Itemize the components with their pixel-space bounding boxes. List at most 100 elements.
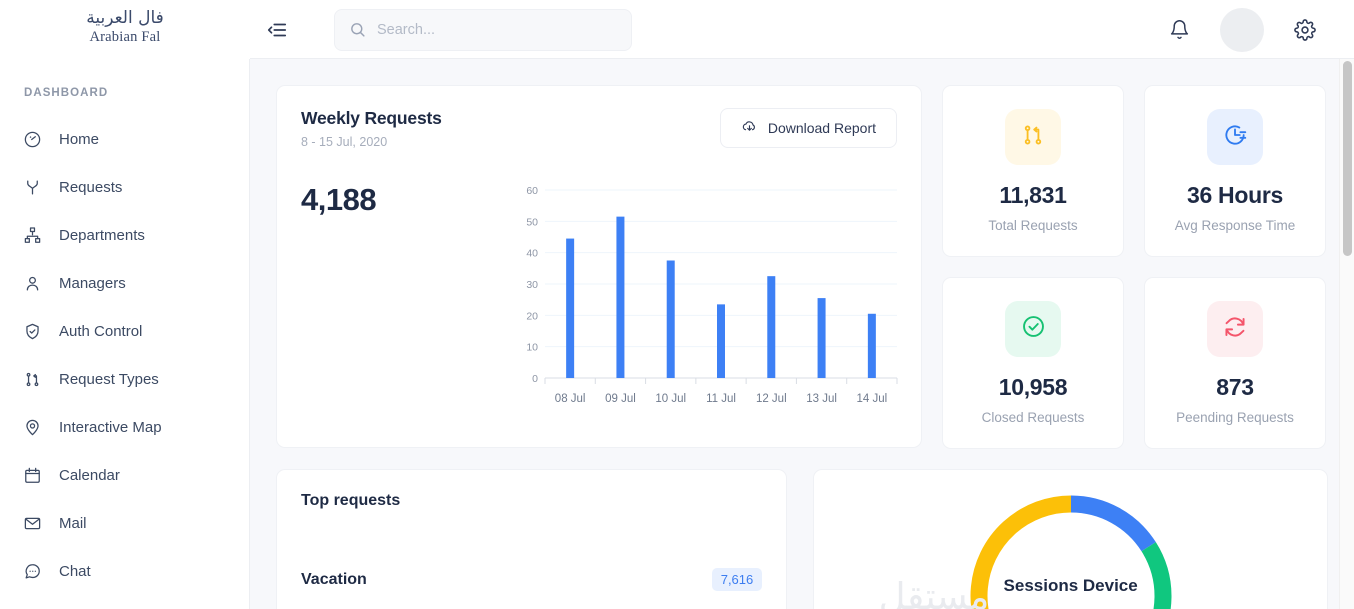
bar-chart-svg: 0 10 20 30 40 50 60 08 Jul 09 Jul 10 Jul 11 Jul 12 …: [526, 185, 898, 405]
stat-card-closed-requests[interactable]: 10,958 Closed Requests: [942, 277, 1124, 449]
sidebar-item-mail[interactable]: Mail: [0, 504, 249, 542]
weekly-card-titles: Weekly Requests 8 - 15 Jul, 2020: [301, 108, 442, 149]
sidebar-item-label: Home: [59, 130, 100, 148]
map-pin-icon: [22, 417, 42, 437]
git-pull-request-icon: [1020, 122, 1046, 153]
sidebar-item-label: Calendar: [59, 466, 120, 484]
page-scrollbar[interactable]: [1339, 59, 1354, 609]
stat-value: 36 Hours: [1186, 182, 1284, 208]
git-pull-request-icon: [22, 369, 42, 389]
check-circle-icon: [1020, 313, 1047, 345]
sidebar-item-label: Requests: [59, 178, 123, 196]
dashboard-page: فال العربية Arabian Fal Search... DASHBO…: [0, 0, 1354, 609]
svg-text:09 Jul: 09 Jul: [605, 393, 636, 405]
bottom-row: Top requests Vacation 7,616 Sessions Dev…: [276, 469, 1328, 609]
download-report-label: Download Report: [767, 120, 876, 136]
sidebar-item-chat[interactable]: Chat: [0, 552, 249, 590]
svg-text:50: 50: [526, 216, 538, 228]
user-icon: [22, 273, 42, 293]
download-cloud-icon: [741, 118, 758, 138]
stat-cards-row-1: 11,831 Total Requests 36 Hours Avg Respo…: [942, 85, 1326, 257]
refresh-icon: [1222, 314, 1248, 345]
svg-text:13 Jul: 13 Jul: [806, 393, 837, 405]
top-requests-card: Top requests Vacation 7,616: [276, 469, 788, 609]
stat-cards-row-2: 10,958 Closed Requests 873 Peending Requ…: [942, 277, 1326, 449]
svg-text:11 Jul: 11 Jul: [706, 393, 736, 405]
svg-text:10 Jul: 10 Jul: [655, 393, 686, 405]
svg-text:14 Jul: 14 Jul: [857, 393, 888, 405]
weekly-card-header: Weekly Requests 8 - 15 Jul, 2020 Downloa…: [301, 108, 897, 149]
top-request-name: Vacation: [301, 570, 367, 588]
scrollbar-thumb[interactable]: [1343, 61, 1352, 256]
stat-icon-wrap: [1005, 109, 1061, 165]
main-content: Weekly Requests 8 - 15 Jul, 2020 Downloa…: [250, 59, 1354, 609]
sidebar-item-calendar[interactable]: Calendar: [0, 456, 249, 494]
stat-icon-wrap: [1207, 109, 1263, 165]
stat-label: Peending Requests: [1176, 410, 1294, 425]
sidebar: DASHBOARD Home Requests Departments Mana…: [0, 59, 250, 609]
svg-text:12 Jul: 12 Jul: [756, 393, 787, 405]
speedometer-icon: [22, 129, 42, 149]
svg-text:08 Jul: 08 Jul: [555, 393, 586, 405]
sidebar-item-label: Request Types: [59, 370, 159, 388]
stat-icon-wrap: [1005, 301, 1061, 357]
topbar-actions: [1156, 7, 1354, 53]
sidebar-item-auth-control[interactable]: Auth Control: [0, 312, 249, 350]
download-report-button[interactable]: Download Report: [719, 108, 897, 148]
sidebar-item-label: Departments: [59, 226, 145, 244]
app-logo[interactable]: فال العربية Arabian Fal: [0, 10, 250, 48]
gear-icon[interactable]: [1282, 7, 1328, 53]
sidebar-item-managers[interactable]: Managers: [0, 264, 249, 302]
stat-label: Total Requests: [988, 218, 1078, 233]
stat-card-total-requests[interactable]: 11,831 Total Requests: [942, 85, 1124, 257]
avatar[interactable]: [1220, 7, 1264, 52]
top-bar: فال العربية Arabian Fal: [0, 0, 1354, 59]
sidebar-section-label: DASHBOARD: [24, 87, 109, 99]
weekly-bar-chart: 0 10 20 30 40 50 60 08 Jul 09 Jul 10 Jul 11 Jul 12 …: [515, 180, 905, 420]
menu-collapse-icon[interactable]: [262, 15, 292, 45]
sidebar-item-label: Auth Control: [59, 322, 143, 340]
bell-icon[interactable]: [1156, 7, 1202, 53]
top-request-count-badge: 7,616: [711, 568, 763, 591]
stat-card-pending-requests[interactable]: 873 Peending Requests: [1144, 277, 1326, 449]
svg-text:20: 20: [526, 310, 538, 322]
stat-value: 10,958: [998, 374, 1068, 400]
top-requests-row[interactable]: Vacation 7,616: [301, 568, 763, 591]
calendar-icon: [22, 465, 42, 485]
shield-check-icon: [22, 321, 42, 341]
search-icon: [349, 21, 366, 38]
search-box[interactable]: [334, 8, 632, 51]
search-input[interactable]: [377, 21, 617, 38]
org-chart-icon: [22, 225, 42, 245]
top-row: Weekly Requests 8 - 15 Jul, 2020 Downloa…: [276, 85, 1328, 449]
envelope-icon: [22, 513, 42, 533]
stat-card-avg-response-time[interactable]: 36 Hours Avg Response Time: [1144, 85, 1326, 257]
svg-text:0: 0: [532, 373, 538, 385]
git-branch-icon: [22, 177, 42, 197]
svg-text:30: 30: [526, 279, 538, 291]
stat-value: 11,831: [999, 182, 1067, 208]
page-title: Weekly Requests: [301, 108, 442, 128]
svg-text:10: 10: [526, 342, 538, 354]
top-requests-title: Top requests: [301, 492, 401, 509]
sidebar-item-label: Managers: [59, 274, 126, 292]
stat-icon-wrap: [1207, 301, 1263, 357]
stat-cards: 11,831 Total Requests 36 Hours Avg Respo…: [942, 85, 1326, 449]
sidebar-item-requests[interactable]: Requests: [0, 168, 249, 206]
sidebar-item-label: Chat: [59, 562, 91, 580]
sidebar-item-interactive-map[interactable]: Interactive Map: [0, 408, 249, 446]
sidebar-item-label: Mail: [59, 514, 87, 532]
sidebar-item-departments[interactable]: Departments: [0, 216, 249, 254]
topbar-divider: [250, 58, 1354, 59]
logo-latin-text: Arabian Fal: [89, 29, 161, 46]
body: DASHBOARD Home Requests Departments Mana…: [0, 59, 1354, 609]
message-circle-icon: [22, 561, 42, 581]
stat-label: Closed Requests: [981, 410, 1085, 425]
stat-value: 873: [1216, 374, 1254, 400]
sidebar-item-label: Interactive Map: [59, 418, 162, 436]
logo-arabic-text: فال العربية: [86, 8, 164, 29]
sidebar-item-home[interactable]: Home: [0, 120, 249, 158]
sessions-device-card: Sessions Device: [813, 469, 1328, 609]
clock-arrow-icon: [1222, 122, 1248, 153]
sidebar-item-request-types[interactable]: Request Types: [0, 360, 249, 398]
